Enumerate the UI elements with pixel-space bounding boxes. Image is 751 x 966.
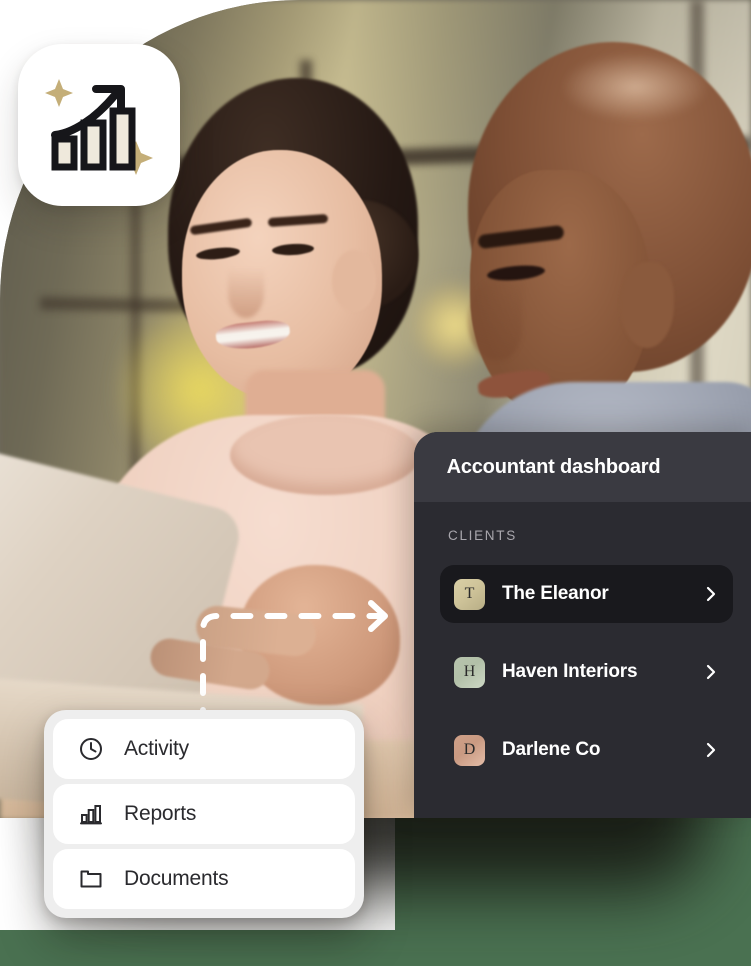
avatar-initial: H [463, 663, 476, 680]
client-name: Darlene Co [502, 739, 601, 760]
menu-item-label: Reports [124, 802, 197, 825]
client-name: Haven Interiors [502, 661, 638, 682]
composition-stage: Accountant dashboard CLIENTS T The Elean… [0, 0, 751, 966]
client-row-the-eleanor[interactable]: T The Eleanor [440, 565, 733, 623]
bar-chart-icon [80, 805, 102, 825]
client-name: The Eleanor [502, 583, 609, 604]
dashboard-body: CLIENTS T The Eleanor H Haven Interiors [414, 502, 751, 779]
accountant-dashboard-panel: Accountant dashboard CLIENTS T The Elean… [414, 432, 751, 818]
quick-menu-card: Activity Reports Documents [44, 710, 364, 918]
avatar: D [454, 734, 485, 766]
menu-item-activity[interactable]: Activity [53, 719, 355, 779]
chevron-right-icon [706, 742, 716, 758]
menu-item-label: Documents [124, 867, 229, 890]
photo-person-right-ear [620, 262, 674, 348]
page-title: Accountant dashboard [446, 455, 661, 478]
client-row-haven-interiors[interactable]: H Haven Interiors [440, 643, 733, 701]
photo-person-left-ear [332, 250, 376, 312]
menu-item-label: Activity [124, 737, 189, 760]
avatar: H [454, 656, 485, 688]
avatar-initial: T [464, 585, 475, 602]
chevron-right-icon [706, 664, 716, 680]
sparkle-icon [45, 79, 73, 107]
clients-section-label: CLIENTS [448, 528, 517, 543]
photo-person-right-highlight [560, 52, 710, 122]
avatar: T [454, 578, 485, 610]
folder-icon [80, 870, 102, 888]
clock-icon [80, 738, 102, 760]
chevron-right-icon [706, 586, 716, 602]
dashboard-header: Accountant dashboard [414, 432, 751, 502]
avatar-initial: D [463, 741, 476, 758]
growth-bar-chart-icon [45, 79, 153, 175]
client-row-darlene-co[interactable]: D Darlene Co [440, 721, 733, 779]
menu-item-reports[interactable]: Reports [53, 784, 355, 844]
photo-person-left-collar [230, 415, 420, 495]
growth-chart-badge [18, 44, 180, 206]
menu-item-documents[interactable]: Documents [53, 849, 355, 909]
photo-person-right-nose [468, 280, 522, 360]
photo-person-left-nose [228, 268, 264, 318]
